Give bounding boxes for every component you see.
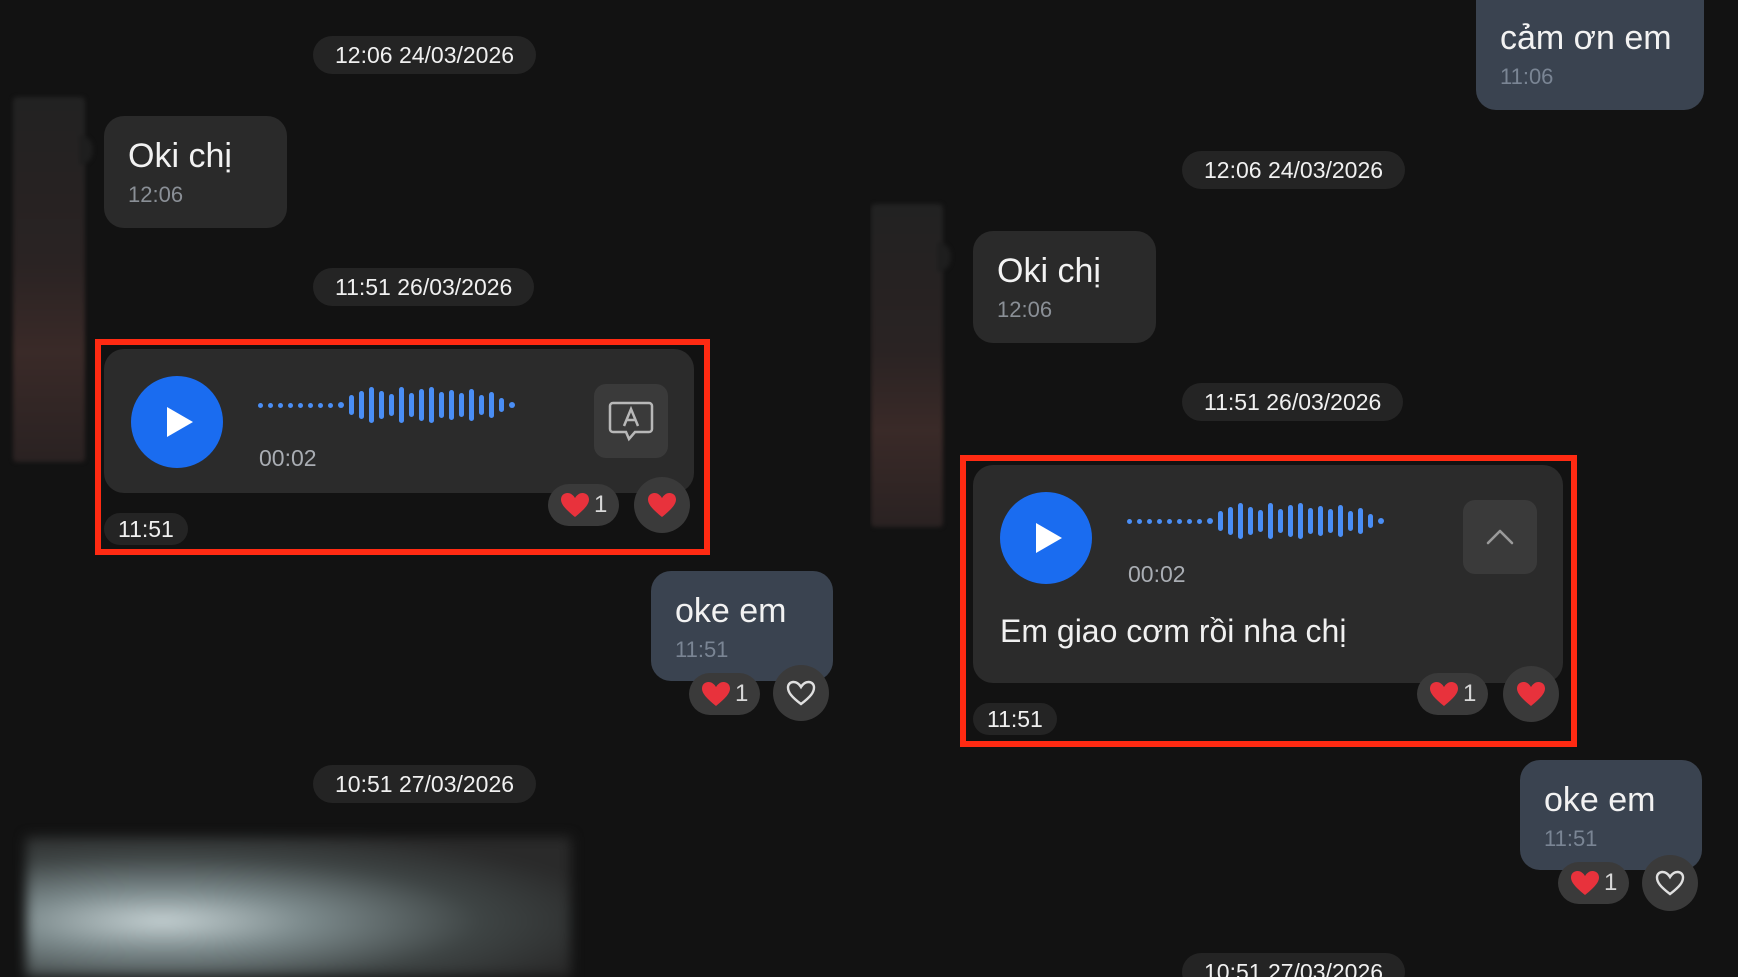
avatar[interactable] [13, 97, 93, 462]
heart-icon [561, 493, 589, 517]
reaction-count[interactable]: 1 [548, 484, 620, 526]
voice-duration: 00:02 [1128, 561, 1186, 587]
react-button[interactable] [773, 665, 829, 721]
date-separator: 10:51 27/03/2026 [1182, 953, 1406, 977]
heart-icon [702, 682, 730, 706]
speech-to-text-icon [608, 401, 654, 442]
date-separator: 11:51 26/03/2026 [313, 268, 535, 306]
heart-outline-icon [786, 680, 816, 706]
reaction-count[interactable]: 1 [1417, 673, 1489, 715]
message-bubble-incoming[interactable]: Oki chị 12:06 [104, 116, 287, 228]
heart-icon [1430, 682, 1458, 706]
chevron-up-icon [1486, 529, 1514, 545]
heart-icon [1517, 682, 1545, 706]
play-button[interactable] [1000, 492, 1092, 584]
date-separator: 10:51 27/03/2026 [313, 765, 537, 803]
message-time-chip: 11:51 [104, 513, 188, 545]
waveform[interactable] [1127, 501, 1384, 541]
reaction-number: 1 [594, 491, 608, 518]
date-separator: 12:06 24/03/2026 [1182, 151, 1406, 189]
play-icon [167, 407, 193, 437]
voice-message[interactable]: 00:02 [104, 349, 694, 493]
play-button[interactable] [131, 376, 223, 468]
message-bubble-outgoing[interactable]: cảm ơn em 11:06 [1476, 0, 1704, 110]
waveform[interactable] [258, 385, 515, 425]
message-text: cảm ơn em [1500, 19, 1672, 57]
heart-outline-icon [1655, 870, 1685, 896]
message-time: 11:51 [675, 637, 729, 662]
heart-icon [1571, 871, 1599, 895]
reaction-count[interactable]: 1 [689, 673, 761, 715]
reaction-count[interactable]: 1 [1558, 862, 1630, 904]
image-attachment[interactable] [26, 837, 571, 977]
react-button[interactable] [634, 477, 690, 533]
avatar[interactable] [871, 204, 951, 527]
react-button[interactable] [1503, 666, 1559, 722]
collapse-transcript-button[interactable] [1463, 500, 1537, 574]
message-bubble-outgoing[interactable]: oke em 11:51 [1520, 760, 1702, 870]
message-text: Oki chị [128, 137, 232, 175]
chat-panel-after: cảm ơn em 11:06 12:06 24/03/2026 Oki chị… [870, 0, 1738, 977]
message-text: Oki chị [997, 252, 1101, 290]
message-time: 11:51 [1544, 826, 1598, 851]
message-time-chip: 11:51 [973, 703, 1057, 735]
heart-icon [648, 493, 676, 517]
date-separator: 12:06 24/03/2026 [313, 36, 537, 74]
date-separator: 11:51 26/03/2026 [1182, 383, 1404, 421]
reaction-number: 1 [1604, 869, 1618, 896]
transcribe-button[interactable] [594, 384, 668, 458]
chat-panel-before: 12:06 24/03/2026 Oki chị 12:06 11:51 26/… [0, 0, 870, 977]
react-button[interactable] [1642, 855, 1698, 911]
message-time: 12:06 [128, 182, 184, 207]
voice-message[interactable]: 00:02 Em giao cơm rồi nha chị [973, 465, 1563, 683]
message-bubble-incoming[interactable]: Oki chị 12:06 [973, 231, 1156, 343]
reaction-number: 1 [735, 680, 749, 707]
voice-transcript: Em giao cơm rồi nha chị [1000, 613, 1347, 649]
message-time: 12:06 [997, 297, 1053, 322]
message-text: oke em [1544, 781, 1656, 819]
play-icon [1036, 523, 1062, 553]
reaction-number: 1 [1463, 680, 1477, 707]
message-text: oke em [675, 592, 787, 630]
voice-duration: 00:02 [259, 445, 317, 471]
message-time: 11:06 [1500, 64, 1554, 89]
